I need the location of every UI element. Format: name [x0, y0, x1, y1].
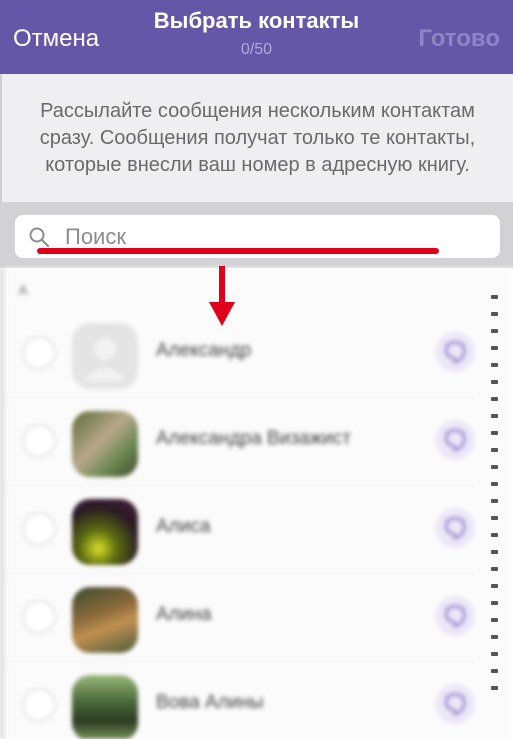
select-checkbox[interactable]	[22, 688, 56, 722]
contact-row[interactable]: Алина	[4, 574, 475, 662]
nav-bar: Отмена Выбрать контакты 0/50 Готово	[0, 0, 513, 74]
avatar	[72, 411, 138, 477]
info-text: Рассылайте сообщения нескольким контакта…	[39, 99, 476, 176]
viber-icon	[435, 332, 475, 372]
avatar	[72, 323, 138, 389]
contact-name: Алиса	[156, 516, 211, 537]
viber-icon	[435, 420, 475, 460]
search-icon	[29, 227, 50, 248]
select-checkbox[interactable]	[22, 600, 56, 634]
viber-icon	[435, 596, 475, 636]
search-bar	[0, 202, 513, 268]
down-arrow-icon	[209, 266, 235, 326]
viber-icon	[435, 508, 475, 548]
contact-row[interactable]: Вова Алины	[4, 662, 475, 739]
person-placeholder-icon	[84, 338, 126, 381]
info-banner: Рассылайте сообщения нескольким контакта…	[0, 74, 513, 202]
contact-name: Александр	[156, 340, 252, 361]
contact-list[interactable]: А Александр Александра Визажист Алиса Ал…	[0, 268, 513, 739]
red-underline	[37, 248, 439, 254]
select-checkbox[interactable]	[22, 512, 56, 546]
contact-name: Алина	[156, 604, 212, 625]
contact-row[interactable]: Александра Визажист	[4, 398, 475, 486]
avatar	[72, 675, 138, 739]
contact-row[interactable]: Алиса	[4, 486, 475, 574]
avatar	[72, 587, 138, 653]
alphabet-index[interactable]	[491, 295, 499, 739]
contact-name: Вова Алины	[156, 692, 264, 713]
contact-row[interactable]: Александр	[4, 310, 475, 398]
select-checkbox[interactable]	[22, 336, 56, 370]
section-header: А	[18, 282, 29, 298]
avatar	[72, 499, 138, 565]
viber-icon	[435, 684, 475, 724]
select-checkbox[interactable]	[22, 424, 56, 458]
done-button[interactable]: Готово	[418, 25, 500, 53]
contact-name: Александра Визажист	[156, 428, 352, 449]
